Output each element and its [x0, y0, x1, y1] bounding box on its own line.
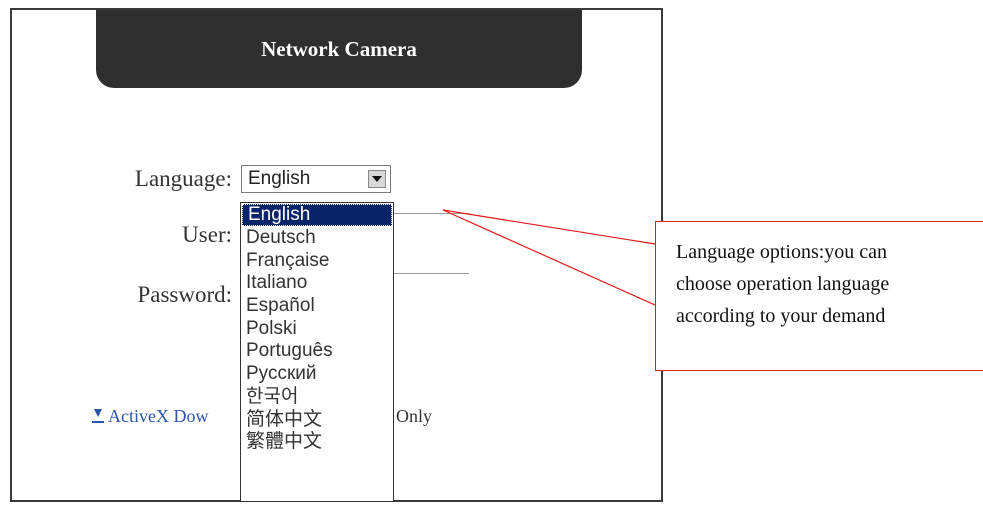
callout-line: Language options:you can: [676, 241, 888, 263]
language-dropdown-list[interactable]: English Deutsch Française Italiano Españ…: [240, 202, 394, 502]
chevron-down-icon[interactable]: [368, 170, 386, 188]
login-panel: Network Camera Language: English User: P…: [10, 8, 663, 502]
language-select[interactable]: English: [241, 165, 391, 193]
user-label: User:: [182, 222, 232, 247]
download-icon: [92, 409, 104, 423]
page-title: Network Camera: [96, 10, 582, 88]
activex-link[interactable]: ActiveX Dow: [108, 406, 208, 426]
language-option[interactable]: 繁體中文: [241, 431, 393, 454]
language-option[interactable]: Español: [241, 295, 393, 318]
language-label: Language:: [134, 166, 232, 191]
language-options-callout: Language options:you can choose operatio…: [655, 221, 983, 371]
language-option[interactable]: Deutsch: [241, 227, 393, 250]
language-option[interactable]: Português: [241, 340, 393, 363]
callout-line: choose operation language: [676, 273, 890, 295]
language-option[interactable]: Française: [241, 250, 393, 273]
language-option[interactable]: 한국어: [241, 386, 393, 409]
user-input[interactable]: [394, 213, 469, 214]
language-option[interactable]: English: [242, 204, 392, 226]
language-option[interactable]: Italiano: [241, 272, 393, 295]
callout-line: according to your demand: [676, 305, 886, 327]
language-option[interactable]: 简体中文: [241, 409, 393, 432]
language-option[interactable]: Русский: [241, 363, 393, 386]
language-select-value: English: [248, 168, 311, 189]
language-option[interactable]: Polski: [241, 318, 393, 341]
password-label: Password:: [137, 282, 232, 307]
password-input[interactable]: [394, 273, 469, 274]
